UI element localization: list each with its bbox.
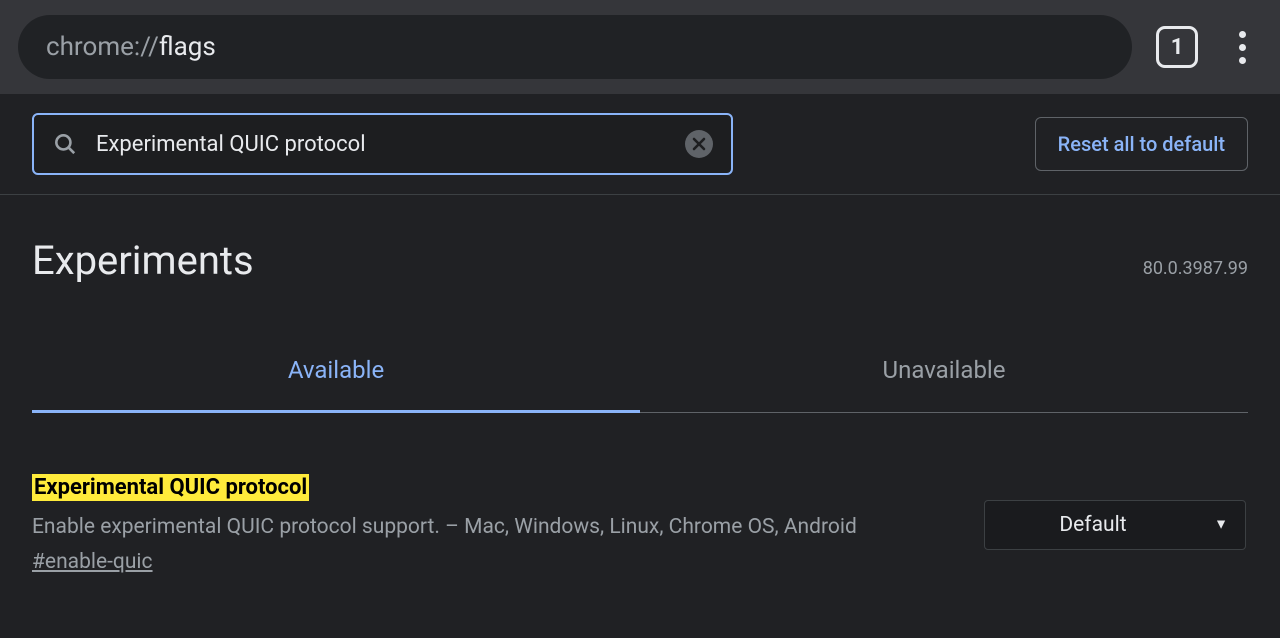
browser-chrome-bar: chrome://flags 1: [0, 0, 1280, 94]
page-content: Experiments 80.0.3987.99 Available Unava…: [0, 195, 1280, 574]
search-row: Reset all to default: [0, 94, 1280, 195]
clear-search-icon[interactable]: [685, 130, 713, 158]
tab-count-value: 1: [1171, 35, 1184, 60]
reset-all-button[interactable]: Reset all to default: [1035, 117, 1248, 171]
overflow-menu-icon[interactable]: [1222, 27, 1262, 67]
omnibox-path: flags: [159, 32, 216, 62]
flag-hash-link[interactable]: #enable-quic: [32, 550, 153, 574]
tabs: Available Unavailable: [32, 338, 1248, 413]
chrome-version: 80.0.3987.99: [1143, 258, 1248, 279]
flag-state-select[interactable]: Default: [984, 500, 1246, 550]
omnibox-scheme: chrome://: [46, 32, 159, 62]
flag-description: Enable experimental QUIC protocol suppor…: [32, 512, 944, 542]
page-title: Experiments: [32, 237, 254, 284]
tab-count-button[interactable]: 1: [1156, 26, 1198, 68]
search-box: [32, 113, 733, 175]
tab-available[interactable]: Available: [32, 338, 640, 413]
omnibox[interactable]: chrome://flags: [18, 15, 1132, 79]
flag-row: Experimental QUIC protocol Enable experi…: [32, 475, 1248, 574]
search-icon: [52, 131, 78, 157]
flag-title: Experimental QUIC protocol: [32, 474, 309, 501]
tab-unavailable[interactable]: Unavailable: [640, 338, 1248, 412]
search-input[interactable]: [96, 132, 667, 157]
